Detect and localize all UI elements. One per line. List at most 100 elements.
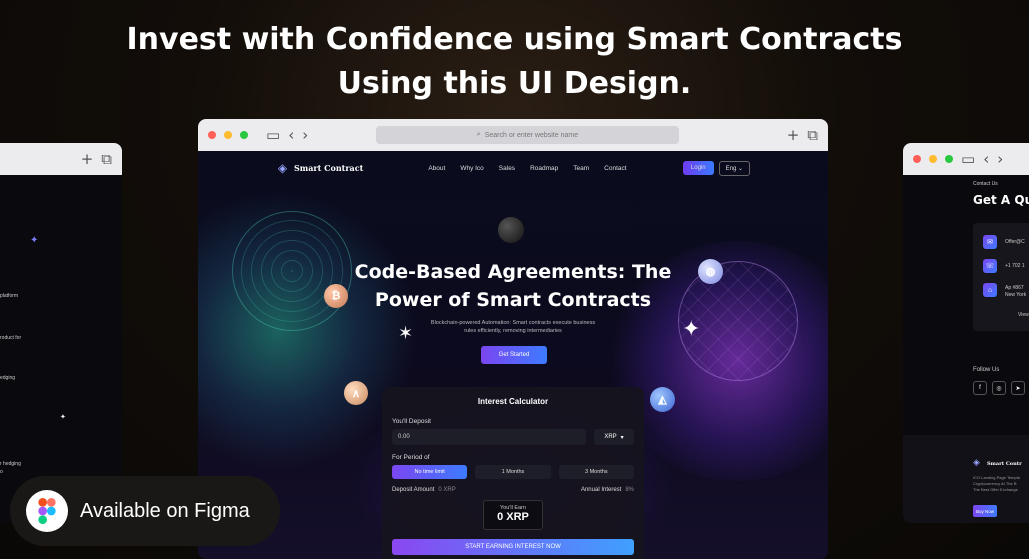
period-no-limit[interactable]: No time limit	[392, 465, 468, 479]
contact-phone[interactable]: +1 702 1	[1005, 263, 1025, 270]
sidebar-icon[interactable]: ▭	[961, 150, 975, 168]
sidebar-icon[interactable]: ▭	[266, 126, 280, 144]
mail-icon: ✉	[983, 235, 997, 249]
right-site: Contact Us Get A Qu ✉ Offer@C ☏ +1 702 1…	[903, 175, 1029, 523]
search-icon: ⌕	[476, 131, 481, 138]
language-select[interactable]: Eng ⌄	[718, 160, 750, 176]
figma-logo-icon	[26, 490, 68, 532]
telegram-icon[interactable]: ➤	[1011, 381, 1025, 395]
figma-badge[interactable]: Available on Figma	[10, 476, 280, 546]
calculator-title: Interest Calculator	[477, 397, 549, 406]
landing-page: ◈ Smart Contract About Why Ico Sales Roa…	[198, 151, 828, 559]
left-browser-toolbar: + ⧉	[0, 143, 122, 175]
left-snippet: roduct for	[0, 335, 22, 341]
site-navbar: ◈ Smart Contract About Why Ico Sales Roa…	[198, 151, 828, 185]
currency-select[interactable]: XRP ▾	[594, 429, 634, 445]
main-browser-window: ▭ ‹ › ⌕ Search or enter website name + ⧉…	[198, 119, 828, 559]
contact-title: Get A Qu	[973, 193, 1029, 207]
annual-interest-value: 8%	[625, 487, 634, 493]
left-snippet: platform	[0, 293, 19, 299]
view-map-link[interactable]: View	[1018, 312, 1029, 319]
breadcrumb: Contact Us	[973, 181, 998, 187]
language-value: Eng	[725, 165, 737, 172]
nav-link-sales[interactable]: Sales	[499, 165, 515, 172]
deposit-amount-label: Deposit Amount	[392, 487, 435, 493]
left-site: ✦ ✦ platform roduct for edging r hedging…	[0, 175, 122, 523]
logo-icon: ◈	[973, 457, 980, 467]
logo-icon: ◈	[277, 160, 288, 175]
contact-card: ✉ Offer@C ☏ +1 702 1 ⌂ Ap #867 New York …	[973, 223, 1029, 331]
calculator-stats: Deposit Amount 0 XRP Annual Interest 8%	[392, 487, 634, 493]
dark-sphere	[498, 217, 524, 243]
main-browser-toolbar: ▭ ‹ › ⌕ Search or enter website name + ⧉	[198, 119, 828, 151]
deposit-label: You'll Deposit	[392, 418, 431, 425]
page-headline: Invest with Confidence using Smart Contr…	[0, 18, 1029, 106]
home-icon: ⌂	[983, 283, 997, 297]
interest-calculator: Interest Calculator You'll Deposit 0.00 …	[382, 387, 644, 559]
instagram-icon[interactable]: ◎	[992, 381, 1006, 395]
brand-name: Smart Contract	[294, 163, 364, 173]
minimize-window-button[interactable]	[929, 155, 937, 163]
footer-text-3: The Best Offer Exchange	[973, 487, 1018, 492]
period-options: No time limit 1 Months 3 Months	[392, 465, 634, 479]
sparkle-icon: ✶	[398, 323, 414, 344]
minimize-window-button[interactable]	[224, 131, 232, 139]
get-started-button[interactable]: Get Started	[481, 346, 547, 364]
contact-email[interactable]: Offer@C	[1005, 239, 1025, 246]
earn-value: 0 XRP	[497, 511, 529, 523]
earnings-display: You'll Earn 0 XRP	[483, 500, 543, 530]
login-button[interactable]: Login	[682, 161, 714, 175]
back-icon[interactable]: ‹	[983, 150, 989, 168]
sparkle-icon: ✦	[682, 317, 701, 342]
new-tab-icon[interactable]: +	[787, 126, 800, 144]
hero-title-line-1: Code-Based Agreements: The	[354, 261, 672, 283]
crypto-coin-icon: ◭	[650, 387, 675, 412]
forward-icon[interactable]: ›	[302, 126, 308, 144]
nav-link-roadmap[interactable]: Roadmap	[530, 165, 558, 172]
figma-badge-label: Available on Figma	[80, 499, 250, 522]
right-browser-window: ▭ ‹ › Contact Us Get A Qu ✉ Offer@C ☏ +1…	[903, 143, 1029, 523]
facebook-icon[interactable]: f	[973, 381, 987, 395]
address-bar[interactable]: ⌕ Search or enter website name	[376, 126, 679, 144]
annual-interest-stat: Annual Interest 8%	[581, 487, 634, 493]
close-window-button[interactable]	[208, 131, 216, 139]
tabs-overview-icon[interactable]: ⧉	[807, 126, 818, 144]
left-snippet: edging	[0, 375, 16, 381]
nav-links: About Why Ico Sales Roadmap Team Contact	[428, 165, 626, 172]
buy-now-button[interactable]: Buy Now	[973, 505, 997, 517]
crypto-coin-icon: ∧	[344, 381, 368, 405]
currency-value: XRP	[604, 434, 617, 440]
site-logo[interactable]: ◈ Smart Contract	[276, 160, 364, 175]
contact-address-2: New York	[1005, 292, 1027, 298]
nav-link-contact[interactable]: Contact	[604, 165, 626, 172]
chevron-down-icon: ⌄	[737, 165, 743, 172]
headline-line-2: Using this UI Design.	[337, 66, 692, 101]
deposit-input[interactable]: 0.00	[392, 429, 586, 445]
period-1-month[interactable]: 1 Months	[475, 465, 551, 479]
nav-link-team[interactable]: Team	[573, 165, 589, 172]
left-snippet: o	[0, 469, 3, 475]
address-placeholder: Search or enter website name	[484, 131, 579, 139]
tabs-overview-icon[interactable]: ⧉	[101, 150, 112, 168]
start-earning-button[interactable]: START EARNING INTEREST NOW	[392, 539, 634, 555]
footer-brand: Smart Contr	[987, 461, 1022, 467]
nav-link-why-ico[interactable]: Why Ico	[460, 165, 483, 172]
period-3-months[interactable]: 3 Months	[558, 465, 634, 479]
right-browser-toolbar: ▭ ‹ ›	[903, 143, 1029, 175]
deposit-amount-stat: Deposit Amount 0 XRP	[392, 487, 456, 493]
close-window-button[interactable]	[913, 155, 921, 163]
maximize-window-button[interactable]	[240, 131, 248, 139]
new-tab-icon[interactable]: +	[81, 150, 94, 168]
hero-title: Code-Based Agreements: The Power of Smar…	[198, 258, 828, 314]
back-icon[interactable]: ‹	[288, 126, 294, 144]
headline-line-1: Invest with Confidence using Smart Contr…	[126, 22, 903, 57]
maximize-window-button[interactable]	[945, 155, 953, 163]
forward-icon[interactable]: ›	[997, 150, 1003, 168]
phone-icon: ☏	[983, 259, 997, 273]
hero-title-line-2: Power of Smart Contracts	[374, 289, 652, 311]
nav-link-about[interactable]: About	[428, 165, 445, 172]
sparkle-icon: ✦	[30, 235, 39, 246]
left-browser-window: + ⧉ ✦ ✦ platform roduct for edging r hed…	[0, 143, 122, 523]
bitcoin-coin-icon: ₿	[324, 284, 348, 308]
hero-subtitle: Blockchain-powered Automation: Smart con…	[430, 320, 596, 334]
